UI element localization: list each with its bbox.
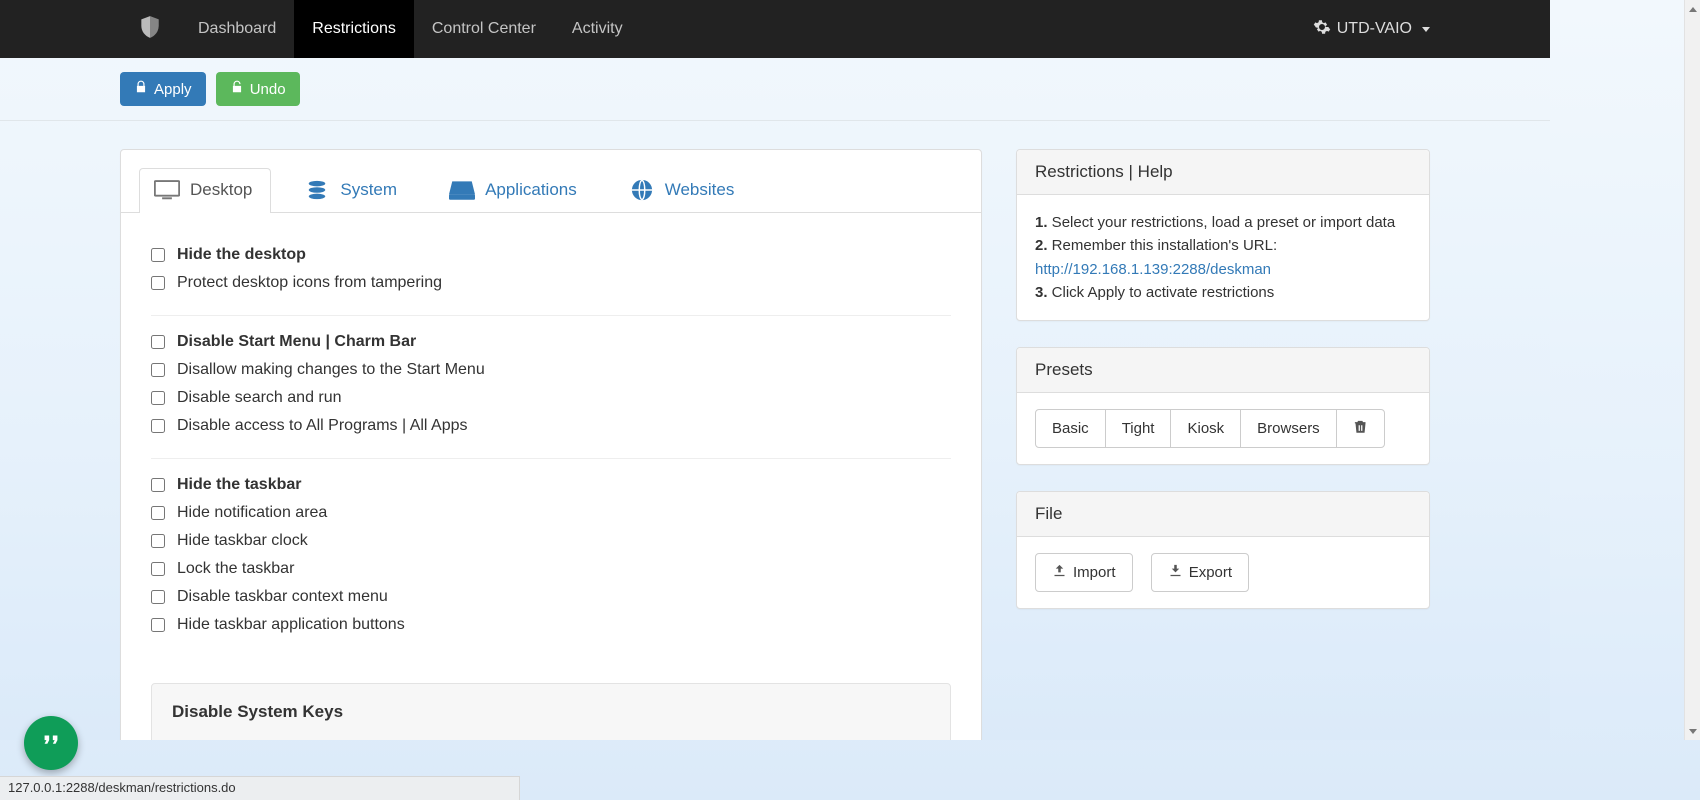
restriction-item: Hide notification area — [151, 499, 951, 527]
restriction-checkbox[interactable] — [151, 419, 165, 433]
preset-clear-button[interactable] — [1336, 409, 1385, 448]
restriction-item: Protect desktop icons from tampering — [151, 269, 951, 297]
restriction-checkbox[interactable] — [151, 506, 165, 520]
help-title: Restrictions | Help — [1017, 150, 1429, 195]
preset-tight[interactable]: Tight — [1105, 409, 1172, 448]
restriction-item: Disable Start Menu | Charm Bar — [151, 328, 951, 356]
globe-icon — [629, 179, 655, 201]
file-title: File — [1017, 492, 1429, 537]
restriction-item: Disable access to All Programs | All App… — [151, 412, 951, 440]
restriction-label[interactable]: Disallow making changes to the Start Men… — [177, 361, 485, 379]
tab-applications[interactable]: Applications — [434, 168, 596, 213]
restriction-item: Hide taskbar clock — [151, 527, 951, 555]
window-scrollbar[interactable] — [1684, 0, 1700, 740]
restriction-item: Disable search and run — [151, 384, 951, 412]
lock-icon — [134, 80, 148, 98]
scroll-down-button[interactable] — [1685, 722, 1700, 740]
restriction-label[interactable]: Hide taskbar clock — [177, 532, 308, 550]
trash-icon — [1353, 419, 1368, 438]
restriction-item: Disallow making changes to the Start Men… — [151, 356, 951, 384]
tab-system[interactable]: System — [289, 168, 416, 213]
restriction-checkbox[interactable] — [151, 562, 165, 576]
presets-title: Presets — [1017, 348, 1429, 393]
system-keys-panel: Disable System Keys — [151, 683, 951, 740]
nav-dashboard[interactable]: Dashboard — [180, 0, 294, 58]
hangouts-fab[interactable] — [24, 716, 78, 770]
machine-name: UTD-VAIO — [1337, 20, 1412, 38]
restriction-label[interactable]: Hide the taskbar — [177, 476, 301, 494]
restriction-label[interactable]: Hide the desktop — [177, 246, 306, 264]
preset-browsers[interactable]: Browsers — [1240, 409, 1337, 448]
restriction-label[interactable]: Disable Start Menu | Charm Bar — [177, 333, 416, 351]
restriction-checkbox[interactable] — [151, 391, 165, 405]
tab-desktop[interactable]: Desktop — [139, 168, 271, 213]
quote-icon — [40, 730, 62, 756]
undo-button[interactable]: Undo — [216, 72, 300, 106]
restriction-group-startmenu: Disable Start Menu | Charm Bar Disallow … — [151, 316, 951, 459]
presets-panel: Presets Basic Tight Kiosk Browsers — [1016, 347, 1430, 465]
restriction-label[interactable]: Lock the taskbar — [177, 560, 294, 578]
restriction-checkbox[interactable] — [151, 335, 165, 349]
restriction-group-taskbar: Hide the taskbar Hide notification area … — [151, 459, 951, 657]
restriction-checkbox[interactable] — [151, 363, 165, 377]
scroll-up-button[interactable] — [1685, 0, 1700, 18]
restriction-label[interactable]: Hide notification area — [177, 504, 327, 522]
restriction-checkbox[interactable] — [151, 618, 165, 632]
file-panel: File Import Export — [1016, 491, 1430, 609]
restriction-group-desktop: Hide the desktop Protect desktop icons f… — [151, 233, 951, 316]
restriction-label[interactable]: Protect desktop icons from tampering — [177, 274, 442, 292]
download-icon — [1168, 563, 1183, 582]
unlock-icon — [230, 80, 244, 98]
import-button[interactable]: Import — [1035, 553, 1133, 592]
restriction-checkbox[interactable] — [151, 248, 165, 262]
apply-button[interactable]: Apply — [120, 72, 206, 106]
upload-icon — [1052, 563, 1067, 582]
nav-restrictions[interactable]: Restrictions — [294, 0, 414, 58]
shield-icon — [137, 14, 163, 44]
nav-control-center[interactable]: Control Center — [414, 0, 554, 58]
help-panel: Restrictions | Help 1. Select your restr… — [1016, 149, 1430, 321]
machine-dropdown[interactable]: UTD-VAIO — [1313, 0, 1550, 58]
tab-websites[interactable]: Websites — [614, 168, 754, 213]
restriction-checkbox[interactable] — [151, 590, 165, 604]
stack-icon — [304, 179, 330, 201]
monitor-icon — [154, 179, 180, 201]
restriction-checkbox[interactable] — [151, 534, 165, 548]
restriction-label[interactable]: Disable search and run — [177, 389, 342, 407]
action-bar: Apply Undo — [0, 58, 1550, 121]
drive-icon — [449, 179, 475, 201]
app-viewport[interactable]: Dashboard Restrictions Control Center Ac… — [0, 0, 1550, 740]
restriction-item: Hide the desktop — [151, 241, 951, 269]
restriction-label[interactable]: Disable access to All Programs | All App… — [177, 417, 468, 435]
restrictions-panel: Desktop System Applications — [120, 149, 982, 740]
chevron-down-icon — [1422, 27, 1430, 32]
restriction-item: Hide the taskbar — [151, 471, 951, 499]
restriction-label[interactable]: Hide taskbar application buttons — [177, 616, 405, 634]
restriction-checkbox[interactable] — [151, 478, 165, 492]
install-url-link[interactable]: http://192.168.1.139:2288/deskman — [1035, 261, 1271, 278]
restriction-item: Disable taskbar context menu — [151, 583, 951, 611]
system-keys-title: Disable System Keys — [172, 702, 930, 722]
preset-basic[interactable]: Basic — [1035, 409, 1106, 448]
tab-list: Desktop System Applications — [121, 150, 981, 213]
restriction-checkbox[interactable] — [151, 276, 165, 290]
status-bar: 127.0.0.1:2288/deskman/restrictions.do — [0, 776, 520, 800]
gear-icon — [1313, 18, 1331, 41]
restriction-item: Lock the taskbar — [151, 555, 951, 583]
preset-kiosk[interactable]: Kiosk — [1170, 409, 1241, 448]
nav-activity[interactable]: Activity — [554, 0, 641, 58]
status-url: 127.0.0.1:2288/deskman/restrictions.do — [8, 780, 236, 795]
navbar: Dashboard Restrictions Control Center Ac… — [0, 0, 1550, 58]
restriction-label[interactable]: Disable taskbar context menu — [177, 588, 388, 606]
brand-logo[interactable] — [120, 0, 180, 58]
restriction-item: Hide taskbar application buttons — [151, 611, 951, 639]
export-button[interactable]: Export — [1151, 553, 1249, 592]
